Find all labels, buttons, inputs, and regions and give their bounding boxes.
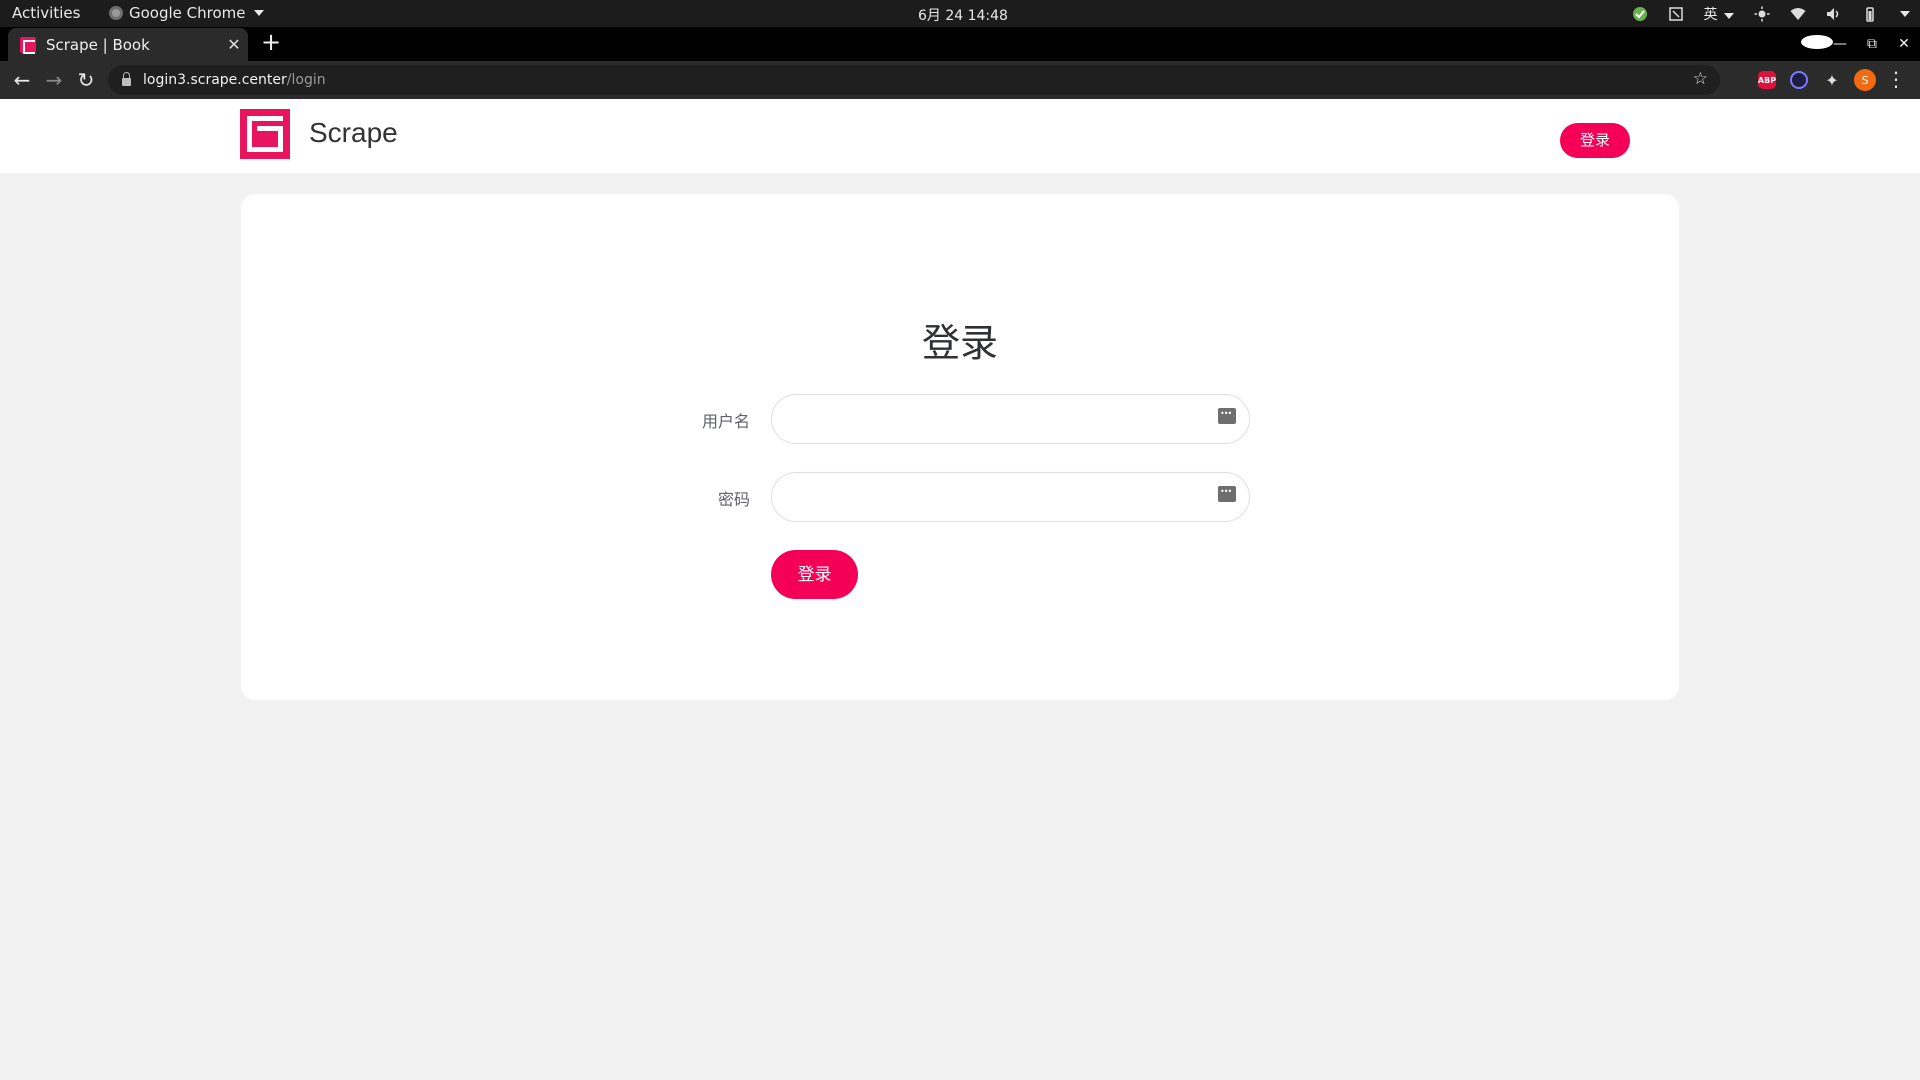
system-clock[interactable]: 6月 24 14:48 xyxy=(918,5,1008,25)
system-top-bar: Activities Google Chrome 6月 24 14:48 英 xyxy=(0,0,1920,27)
chrome-profile-icon[interactable] xyxy=(1792,35,1833,53)
battery-icon[interactable] xyxy=(1862,6,1878,22)
password-manager-key-icon[interactable] xyxy=(1218,408,1236,424)
username-row: 用户名 xyxy=(241,394,1679,444)
wifi-icon[interactable] xyxy=(1790,6,1806,22)
extensions-puzzle-icon[interactable]: ✦ xyxy=(1821,69,1843,91)
site-header: Scrape 登录 xyxy=(0,99,1920,173)
input-method-indicator[interactable]: 英 xyxy=(1704,4,1734,24)
site-brand[interactable]: Scrape xyxy=(309,117,398,149)
minimize-icon[interactable]: — xyxy=(1824,36,1856,52)
address-bar[interactable]: login3.scrape.center/login ☆ xyxy=(108,65,1720,95)
header-login-button[interactable]: 登录 xyxy=(1560,123,1630,158)
lock-icon[interactable] xyxy=(122,72,131,86)
profile-avatar[interactable]: S xyxy=(1854,69,1876,91)
username-label: 用户名 xyxy=(701,412,750,431)
sync-icon[interactable] xyxy=(1632,6,1648,22)
username-input[interactable] xyxy=(771,394,1250,444)
tab-title: Scrape | Book xyxy=(46,35,150,54)
scrape-logo-icon[interactable] xyxy=(240,109,290,159)
chevron-down-icon xyxy=(253,10,264,16)
system-tray[interactable]: 英 xyxy=(1632,4,1910,24)
login-submit-button[interactable]: 登录 xyxy=(771,550,858,599)
new-tab-button[interactable]: + xyxy=(258,30,284,56)
adblock-plus-icon[interactable]: ABP xyxy=(1758,71,1776,89)
close-window-icon[interactable]: ✕ xyxy=(1888,36,1920,52)
chrome-icon xyxy=(109,6,123,20)
chevron-down-icon xyxy=(1724,13,1734,19)
password-row: 密码 xyxy=(241,472,1679,522)
activities-button[interactable]: Activities xyxy=(12,4,80,22)
browser-toolbar: ← → ↻ login3.scrape.center/login ☆ ABP ✦… xyxy=(0,61,1920,99)
page-viewport: Scrape 登录 登录 用户名 密码 登录 xyxy=(0,99,1920,1080)
login-card: 登录 用户名 密码 登录 xyxy=(241,194,1679,700)
brightness-icon[interactable] xyxy=(1754,6,1770,22)
window-controls: — ⧉ ✕ xyxy=(1792,27,1920,61)
password-manager-key-icon[interactable] xyxy=(1218,486,1236,502)
forward-arrow-icon[interactable]: → xyxy=(40,66,68,94)
login-title: 登录 xyxy=(921,321,998,365)
screen-icon[interactable] xyxy=(1668,6,1684,22)
browser-tab-strip: Scrape | Book ✕ + — ⧉ ✕ xyxy=(0,27,1920,61)
url-path: /login xyxy=(286,72,326,88)
tab-close-icon[interactable]: ✕ xyxy=(220,35,248,54)
bookmark-star-icon[interactable]: ☆ xyxy=(1693,69,1708,89)
app-menu-label: Google Chrome xyxy=(129,4,246,22)
browser-menu-icon[interactable]: ⋮ xyxy=(1886,67,1906,91)
dark-reader-icon[interactable] xyxy=(1790,71,1808,89)
volume-icon[interactable] xyxy=(1826,6,1842,22)
app-menu[interactable]: Google Chrome xyxy=(109,4,264,22)
scrape-favicon-icon xyxy=(20,36,36,54)
restore-icon[interactable]: ⧉ xyxy=(1856,36,1888,52)
password-input[interactable] xyxy=(771,472,1250,522)
system-menu-chevron-icon[interactable] xyxy=(1900,11,1910,17)
back-arrow-icon[interactable]: ← xyxy=(8,66,36,94)
url-host: login3.scrape.center xyxy=(143,72,287,88)
browser-tab-active[interactable]: Scrape | Book ✕ xyxy=(8,28,248,61)
reload-icon[interactable]: ↻ xyxy=(72,66,100,94)
password-label: 密码 xyxy=(717,490,750,509)
